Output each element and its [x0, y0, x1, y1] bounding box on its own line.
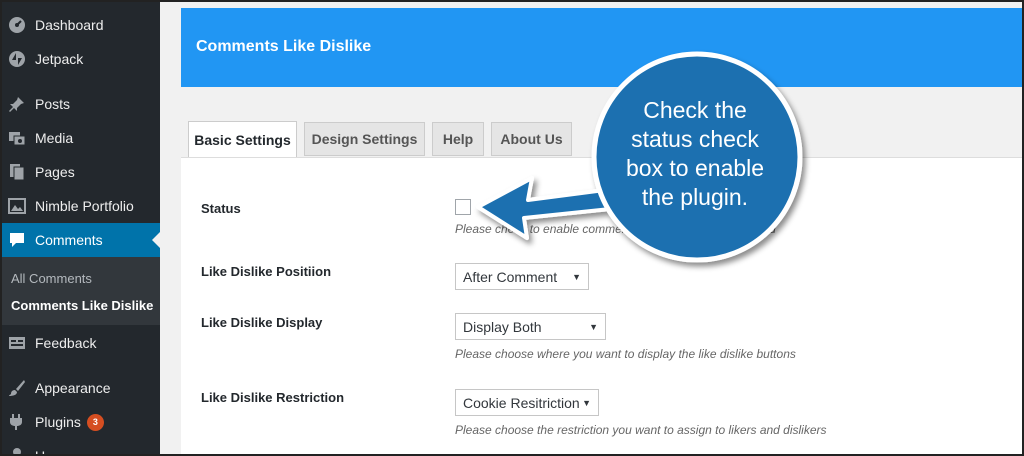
menu-dashboard[interactable]: Dashboard — [0, 8, 160, 42]
chevron-down-icon: ▼ — [572, 272, 581, 282]
status-label: Status — [201, 201, 241, 216]
chevron-down-icon: ▼ — [582, 398, 591, 408]
menu-comments-label: Comments — [35, 232, 103, 248]
callout-line: status check — [631, 126, 759, 152]
tab-help[interactable]: Help — [432, 122, 484, 156]
menu-nimble-portfolio-label: Nimble Portfolio — [35, 198, 134, 214]
comments-submenu: All Comments Comments Like Dislike — [0, 257, 160, 325]
display-label: Like Dislike Display — [201, 315, 323, 330]
menu-plugins-label: Plugins — [35, 414, 81, 430]
pages-icon — [8, 163, 26, 181]
comment-icon — [8, 231, 26, 249]
menu-dashboard-label: Dashboard — [35, 17, 104, 33]
menu-feedback-label: Feedback — [35, 335, 97, 351]
users-icon — [8, 447, 26, 456]
menu-users-label: U — [35, 448, 46, 456]
restriction-select[interactable]: Cookie Resitriction ▼ — [455, 389, 599, 416]
menu-feedback[interactable]: Feedback — [0, 326, 160, 360]
chevron-down-icon: ▼ — [589, 322, 598, 332]
menu-media[interactable]: Media — [0, 121, 160, 155]
admin-sidebar: Dashboard Jetpack Posts Media Pages Nimb… — [0, 0, 160, 456]
position-label: Like Dislike Positiion — [201, 264, 332, 279]
restriction-description: Please choose the restriction you want t… — [455, 423, 827, 437]
menu-users[interactable]: U — [0, 439, 160, 456]
menu-jetpack-label: Jetpack — [35, 51, 84, 67]
restriction-select-value: Cookie Resitriction — [463, 394, 580, 411]
plugins-update-badge: 3 — [86, 413, 104, 431]
portfolio-icon — [8, 197, 26, 215]
plugin-header-banner: Comments Like Dislike — [181, 8, 1024, 87]
submenu-comments-like-dislike[interactable]: Comments Like Dislike — [11, 298, 153, 313]
menu-appearance[interactable]: Appearance — [0, 371, 160, 405]
submenu-all-comments[interactable]: All Comments — [11, 271, 92, 286]
callout-text: Check the status check box to enable the… — [595, 96, 795, 212]
tab-design-settings[interactable]: Design Settings — [304, 122, 425, 156]
display-select-value: Display Both — [463, 318, 542, 335]
status-checkbox[interactable] — [455, 199, 471, 215]
media-icon — [8, 129, 26, 147]
display-description: Please choose where you want to display … — [455, 347, 796, 361]
menu-jetpack[interactable]: Jetpack — [0, 42, 160, 76]
callout-line: the plugin. — [641, 184, 749, 210]
tab-basic-settings[interactable]: Basic Settings — [188, 121, 297, 158]
brush-icon — [8, 379, 26, 397]
page-title: Comments Like Dislike — [196, 38, 372, 55]
jetpack-icon — [8, 50, 26, 68]
position-select[interactable]: After Comment ▼ — [455, 263, 589, 290]
position-select-value: After Comment — [463, 268, 558, 285]
status-description: Please check to enable comments like dis… — [455, 222, 776, 236]
callout-line: box to enable — [625, 155, 765, 181]
menu-nimble-portfolio[interactable]: Nimble Portfolio — [0, 189, 160, 223]
feedback-icon — [8, 334, 26, 352]
menu-pages-label: Pages — [35, 164, 75, 180]
menu-comments[interactable]: Comments — [0, 223, 160, 257]
menu-posts[interactable]: Posts — [0, 87, 160, 121]
dashboard-icon — [8, 16, 26, 34]
callout-line: Check the — [643, 97, 747, 123]
display-select[interactable]: Display Both ▼ — [455, 313, 606, 340]
plugin-icon — [8, 413, 26, 431]
menu-plugins[interactable]: Plugins 3 — [0, 405, 160, 439]
pin-icon — [8, 95, 26, 113]
menu-posts-label: Posts — [35, 96, 71, 112]
tab-about-us[interactable]: About Us — [491, 122, 572, 156]
menu-appearance-label: Appearance — [35, 380, 111, 396]
menu-media-label: Media — [35, 130, 74, 146]
restriction-label: Like Dislike Restriction — [201, 390, 345, 405]
menu-pages[interactable]: Pages — [0, 155, 160, 189]
